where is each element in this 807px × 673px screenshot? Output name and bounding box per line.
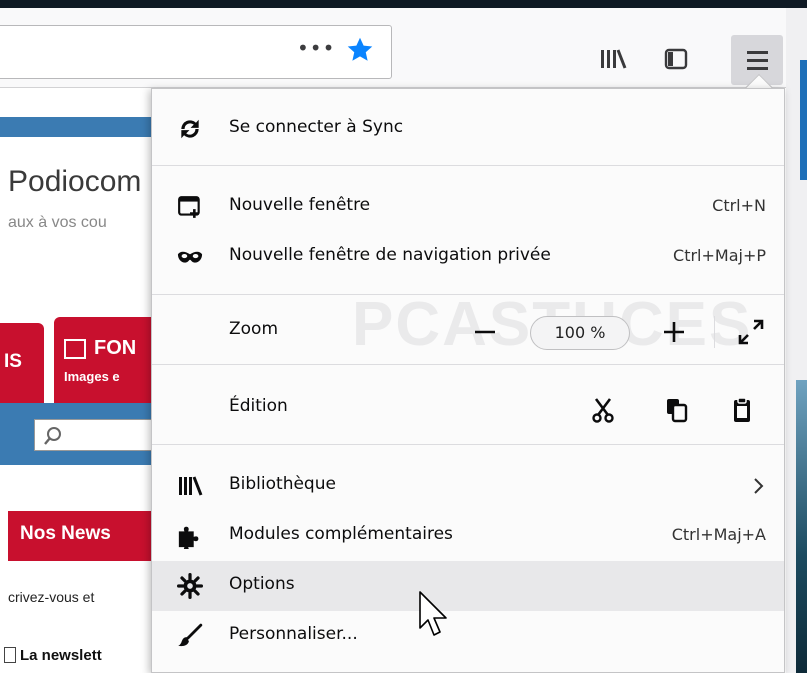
- sync-icon: [181, 119, 199, 139]
- site-search-input[interactable]: [34, 419, 160, 451]
- newsletter-label: La newslett: [20, 647, 102, 664]
- zoom-reset-button[interactable]: 100 %: [530, 316, 630, 350]
- menu-item-label: Options: [229, 574, 295, 594]
- menu-item-label: Bibliothèque: [229, 474, 336, 494]
- newsletter-checkbox[interactable]: [4, 647, 16, 663]
- nav-tab-sublabel: Images e: [64, 369, 120, 384]
- menu-item-shortcut: Ctrl+N: [712, 196, 766, 215]
- menu-separator: [152, 294, 784, 295]
- image-icon: [64, 339, 86, 359]
- background-window-strip: [800, 60, 807, 180]
- menu-separator: [152, 165, 784, 166]
- zoom-out-button[interactable]: [467, 316, 503, 348]
- zoom-in-button[interactable]: [656, 316, 692, 348]
- news-section-header: Nos News: [8, 511, 160, 561]
- page-actions-button[interactable]: •••: [297, 36, 335, 60]
- menu-item-private-window[interactable]: Nouvelle fenêtre de navigation privée Ct…: [152, 232, 784, 282]
- menu-item-label: Nouvelle fenêtre de navigation privée: [229, 245, 551, 265]
- site-title[interactable]: Podiocom: [8, 165, 141, 199]
- search-icon: [44, 427, 61, 445]
- site-tagline: aux à vos cou: [8, 214, 107, 231]
- app-menu-panel: PCASTUCES Se connecter à Sync Nouvelle f…: [151, 88, 785, 673]
- sidebar-icon[interactable]: [663, 46, 689, 72]
- zoom-separator: [714, 316, 715, 348]
- gear-icon: [177, 573, 203, 599]
- menu-item-customize[interactable]: Personnaliser...: [152, 611, 784, 661]
- puzzle-icon: [178, 526, 199, 549]
- menu-row-zoom: Zoom 100 %: [152, 306, 784, 356]
- menu-separator: [152, 444, 784, 445]
- fullscreen-icon[interactable]: [735, 316, 767, 348]
- menu-row-edit: Édition: [152, 383, 784, 433]
- url-bar[interactable]: •••: [0, 25, 392, 79]
- nav-tab-label: FON: [94, 337, 137, 359]
- page-header-band: [0, 117, 160, 137]
- paste-icon[interactable]: [727, 395, 757, 425]
- menu-item-label: Personnaliser...: [229, 624, 358, 644]
- nav-tab[interactable]: IS: [0, 323, 44, 403]
- library-icon: [179, 476, 203, 496]
- mouse-cursor-icon: [419, 591, 447, 636]
- menu-item-sync[interactable]: Se connecter à Sync: [152, 104, 784, 154]
- site-nav-tabs: IS FON Images e: [0, 317, 160, 403]
- nav-tab-images[interactable]: FON Images e: [54, 317, 160, 403]
- library-icon[interactable]: [598, 47, 628, 71]
- menu-item-options[interactable]: Options: [152, 561, 784, 611]
- menu-item-shortcut: Ctrl+Maj+P: [673, 246, 766, 265]
- background-desktop-strip: [796, 380, 807, 673]
- new-window-icon: [178, 196, 200, 218]
- hamburger-menu-icon: [747, 51, 768, 54]
- chevron-right-icon: [754, 478, 764, 494]
- menu-item-new-window[interactable]: Nouvelle fenêtre Ctrl+N: [152, 182, 784, 232]
- menu-item-label: Se connecter à Sync: [229, 117, 404, 137]
- menu-item-label: Modules complémentaires: [229, 524, 453, 544]
- brush-icon: [178, 623, 203, 647]
- zoom-label: Zoom: [229, 319, 279, 339]
- edit-label: Édition: [229, 396, 288, 416]
- menu-item-library[interactable]: Bibliothèque: [152, 461, 784, 511]
- nav-tab-label: IS: [4, 351, 22, 372]
- menu-item-label: Nouvelle fenêtre: [229, 195, 371, 215]
- menu-item-shortcut: Ctrl+Maj+A: [671, 525, 766, 544]
- menu-separator: [152, 364, 784, 365]
- menu-item-addons[interactable]: Modules complémentaires Ctrl+Maj+A: [152, 511, 784, 561]
- cut-icon[interactable]: [588, 395, 618, 425]
- copy-icon[interactable]: [662, 395, 692, 425]
- star-icon[interactable]: [345, 35, 375, 65]
- window-top-edge: [0, 0, 807, 8]
- browser-toolbar: •••: [0, 8, 807, 88]
- web-page-content: Podiocom aux à vos cou IS FON Images e N…: [0, 89, 160, 673]
- private-mask-icon: [177, 251, 203, 263]
- newsletter-text: crivez-vous et: [8, 589, 95, 605]
